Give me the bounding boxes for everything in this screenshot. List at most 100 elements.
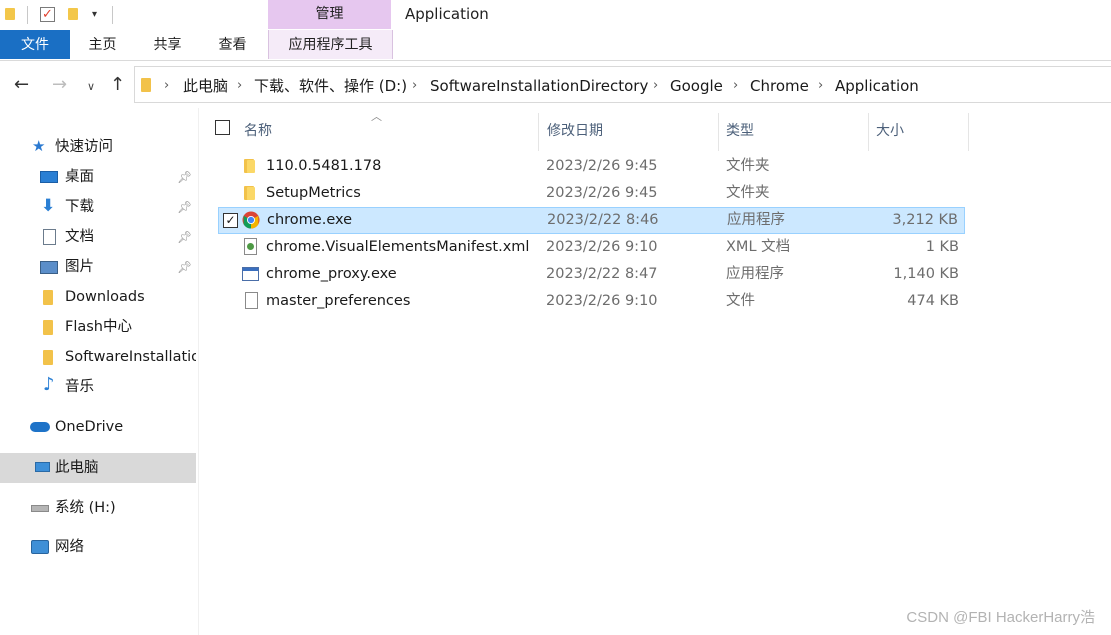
- file-date: 2023/2/22 8:46: [547, 212, 659, 228]
- tab-application-tools[interactable]: 应用程序工具: [268, 30, 393, 59]
- recent-locations-chevron-icon[interactable]: ∨: [87, 77, 95, 97]
- table-row-selected[interactable]: ✓ chrome.exe 2023/2/22 8:46 应用程序 3,212 K…: [218, 207, 965, 234]
- column-header-size[interactable]: 大小: [876, 120, 904, 140]
- pin-icon[interactable]: 📌︎: [177, 193, 192, 221]
- table-row[interactable]: chrome_proxy.exe 2023/2/22 8:47 应用程序 1,1…: [218, 261, 965, 288]
- breadcrumb-chevron-icon[interactable]: ›: [412, 76, 417, 96]
- cloud-icon: [30, 422, 50, 432]
- sidebar-item-software[interactable]: SoftwareInstallatio: [0, 343, 196, 371]
- navigation-pane: ★ 快速访问 桌面 📌︎ ⬇ 下载 📌︎ 文档 📌︎ 图片 📌︎ Downloa…: [0, 108, 199, 635]
- table-row[interactable]: 110.0.5481.178 2023/2/26 9:45 文件夹: [218, 153, 965, 180]
- sidebar-item-this-pc[interactable]: 此电脑: [0, 453, 196, 483]
- window-title: Application: [405, 5, 489, 23]
- sidebar-item-label: OneDrive: [55, 419, 124, 435]
- sidebar-item-flash[interactable]: Flash中心: [0, 313, 196, 341]
- network-icon: [31, 540, 49, 554]
- drive-icon: [31, 505, 49, 512]
- sidebar-item-label: 此电脑: [55, 460, 99, 476]
- breadcrumb-item[interactable]: 此电脑: [183, 76, 228, 96]
- column-header-type[interactable]: 类型: [726, 120, 754, 140]
- tab-home[interactable]: 主页: [75, 30, 130, 59]
- file-date: 2023/2/26 9:10: [546, 239, 658, 255]
- properties-icon[interactable]: ✓: [40, 7, 55, 22]
- file-name: SetupMetrics: [266, 185, 361, 201]
- sidebar-item-documents[interactable]: 文档 📌︎: [0, 223, 196, 251]
- folder-icon: [5, 8, 15, 20]
- breadcrumb-item[interactable]: Google: [670, 76, 723, 96]
- chrome-icon: [242, 211, 260, 229]
- file-date: 2023/2/22 8:47: [546, 266, 658, 282]
- column-divider[interactable]: [968, 113, 969, 151]
- breadcrumb-item[interactable]: SoftwareInstallationDirectory: [430, 76, 648, 96]
- sidebar-item-quick-access[interactable]: ★ 快速访问: [0, 133, 196, 161]
- breadcrumb-item[interactable]: Application: [835, 76, 919, 96]
- table-row[interactable]: chrome.VisualElementsManifest.xml 2023/2…: [218, 234, 965, 261]
- file-icon: [245, 292, 258, 309]
- breadcrumb-chevron-icon[interactable]: ›: [818, 76, 823, 96]
- column-header-date[interactable]: 修改日期: [547, 120, 603, 140]
- file-date: 2023/2/26 9:45: [546, 185, 658, 201]
- customize-toolbar-chevron-icon[interactable]: ▾: [92, 9, 97, 20]
- sidebar-item-label: SoftwareInstallatio: [65, 349, 196, 365]
- table-row[interactable]: SetupMetrics 2023/2/26 9:45 文件夹: [218, 180, 965, 207]
- sidebar-item-label: 系统 (H:): [55, 500, 116, 516]
- file-type: 文件: [726, 293, 755, 309]
- sidebar-item-desktop[interactable]: 桌面 📌︎: [0, 163, 196, 191]
- column-header-name[interactable]: 名称: [244, 120, 272, 140]
- forward-arrow-icon[interactable]: →: [52, 75, 67, 95]
- column-divider[interactable]: [718, 113, 719, 151]
- breadcrumb-chevron-icon[interactable]: ›: [653, 76, 658, 96]
- file-name: chrome_proxy.exe: [266, 266, 397, 282]
- picture-icon: [40, 261, 58, 274]
- breadcrumb-item[interactable]: 下载、软件、操作 (D:): [254, 76, 407, 96]
- xml-file-icon: [244, 238, 257, 255]
- breadcrumb-chevron-icon[interactable]: ›: [237, 76, 242, 96]
- tab-share[interactable]: 共享: [140, 30, 195, 59]
- file-type: 应用程序: [727, 212, 785, 228]
- pin-icon[interactable]: 📌︎: [177, 253, 192, 281]
- file-name: chrome.exe: [267, 212, 353, 228]
- file-size: 474 KB: [907, 293, 959, 309]
- row-checkbox[interactable]: ✓: [223, 213, 238, 228]
- desktop-icon: [40, 171, 58, 183]
- file-size: 1 KB: [925, 239, 959, 255]
- tab-view[interactable]: 查看: [205, 30, 260, 59]
- document-icon: [43, 229, 56, 245]
- table-row[interactable]: master_preferences 2023/2/26 9:10 文件 474…: [218, 288, 965, 315]
- folder-icon: [141, 78, 151, 92]
- column-divider[interactable]: [868, 113, 869, 151]
- exe-icon: [242, 267, 259, 281]
- star-icon: ★: [32, 137, 46, 155]
- new-folder-icon[interactable]: [68, 8, 78, 20]
- breadcrumb-item[interactable]: Chrome: [750, 76, 809, 96]
- folder-icon: [43, 290, 53, 305]
- computer-icon: [35, 462, 50, 472]
- sidebar-item-label: 音乐: [65, 379, 94, 395]
- address-bar[interactable]: › 此电脑 › 下载、软件、操作 (D:) › SoftwareInstalla…: [134, 66, 1111, 103]
- pin-icon[interactable]: 📌︎: [177, 223, 192, 251]
- music-icon: ♪: [43, 374, 55, 395]
- sidebar-item-music[interactable]: ♪ 音乐: [0, 373, 196, 401]
- breadcrumb-chevron-icon[interactable]: ›: [733, 76, 738, 96]
- file-type: 文件夹: [726, 185, 770, 201]
- folder-icon: [242, 158, 256, 174]
- back-arrow-icon[interactable]: ←: [14, 75, 29, 95]
- sidebar-item-onedrive[interactable]: OneDrive: [0, 413, 196, 441]
- column-divider[interactable]: [538, 113, 539, 151]
- tab-file[interactable]: 文件: [0, 30, 70, 59]
- file-name: 110.0.5481.178: [266, 158, 382, 174]
- sidebar-item-network[interactable]: 网络: [0, 533, 196, 561]
- sidebar-item-downloads-folder[interactable]: Downloads: [0, 283, 196, 311]
- sidebar-item-downloads[interactable]: ⬇ 下载 📌︎: [0, 193, 196, 221]
- up-arrow-icon[interactable]: ↑: [110, 75, 125, 95]
- select-all-checkbox[interactable]: [215, 120, 230, 135]
- sidebar-item-label: Flash中心: [65, 319, 132, 335]
- sort-ascending-icon: ︿: [371, 110, 382, 123]
- context-tab-group-label: 管理: [268, 0, 391, 29]
- pin-icon[interactable]: 📌︎: [177, 163, 192, 191]
- sidebar-item-pictures[interactable]: 图片 📌︎: [0, 253, 196, 281]
- sidebar-item-label: Downloads: [65, 289, 145, 305]
- file-type: 文件夹: [726, 158, 770, 174]
- breadcrumb-chevron-icon[interactable]: ›: [164, 76, 169, 96]
- sidebar-item-drive-h[interactable]: 系统 (H:): [0, 494, 196, 522]
